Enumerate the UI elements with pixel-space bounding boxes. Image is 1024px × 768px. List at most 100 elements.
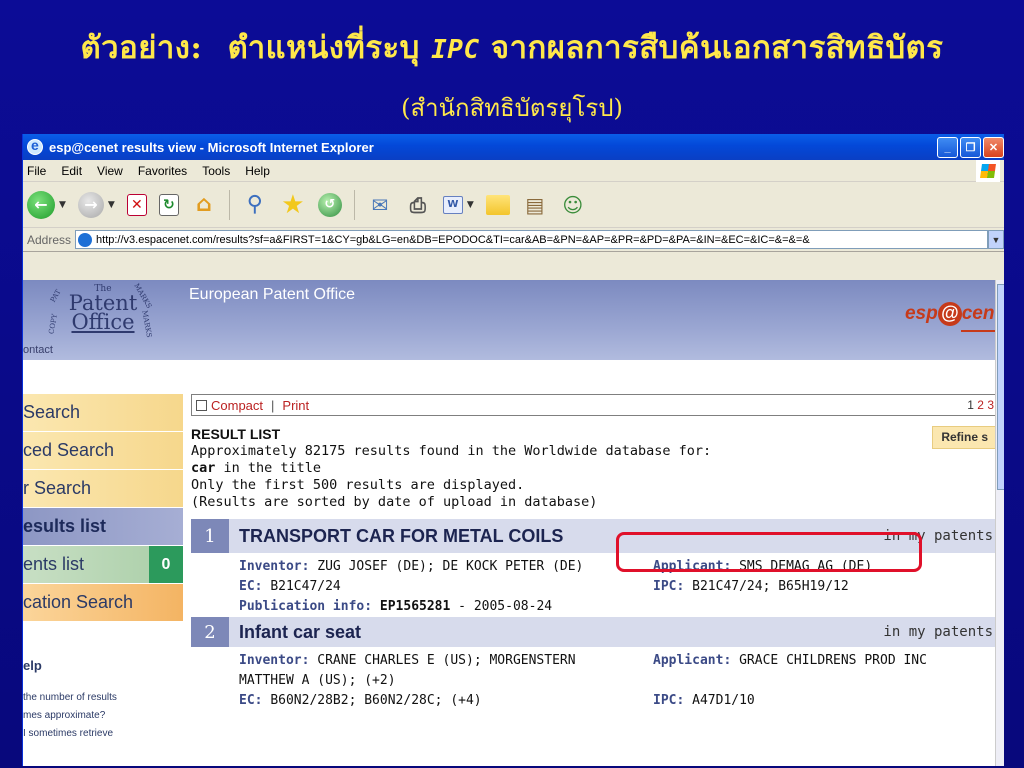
search-icon[interactable]: ⚲ <box>242 192 268 218</box>
ipc-value: A47D1/10 <box>692 693 755 708</box>
forward-dropdown-icon[interactable]: ▼ <box>108 200 115 210</box>
folder-icon[interactable] <box>485 194 510 215</box>
search-term: car <box>191 460 216 476</box>
nav-item-results-list[interactable]: esults list <box>23 508 183 546</box>
window-title: esp@cenet results view - Microsoft Inter… <box>49 139 374 155</box>
slide-subtitle: (สำนักสิทธิบัตรยุโรป) <box>401 94 623 122</box>
help-box: elp the number of results mes approximat… <box>23 658 183 743</box>
menu-help[interactable]: Help <box>245 164 270 178</box>
nav-item-label: ents list <box>23 554 85 574</box>
publication-number-link[interactable]: EP1565281 <box>380 599 450 614</box>
ec-value: B21C47/24 <box>270 579 341 594</box>
page-icon <box>78 232 93 247</box>
menu-tools[interactable]: Tools <box>202 164 230 178</box>
page-3-link[interactable]: 3 <box>987 398 994 412</box>
compact-label[interactable]: Compact <box>211 398 263 413</box>
compact-checkbox[interactable] <box>196 399 207 411</box>
windows-logo-icon <box>976 160 1000 182</box>
refresh-icon[interactable]: ↻ <box>158 193 179 216</box>
patent-office-logo[interactable]: PAT MARKS COPY MARKS The Patent Office <box>43 282 163 354</box>
nav-item-classification-search[interactable]: cation Search <box>23 584 183 622</box>
menu-file[interactable]: File <box>27 164 46 178</box>
help-link[interactable]: mes approximate? <box>23 707 183 725</box>
in-my-patents-link[interactable]: in my patents <box>883 617 997 647</box>
menu-view[interactable]: View <box>97 164 123 178</box>
favorites-star-icon[interactable]: ★ <box>280 190 306 220</box>
summary-count-line: Approximately 82175 results found in the… <box>191 443 712 459</box>
ipc-label: IPC: <box>653 579 685 594</box>
nav-item-label: cation Search <box>23 592 134 612</box>
nav-item-label: r Search <box>23 478 92 498</box>
logo-at-icon: @ <box>937 302 962 326</box>
nav-item-advanced-search[interactable]: ced Search <box>23 432 183 470</box>
logo-text-pre: esp <box>904 303 938 324</box>
history-icon[interactable]: ↺ <box>317 192 342 217</box>
toolbar-divider <box>353 189 355 220</box>
result-summary: RESULT LIST Approximately 82175 results … <box>191 426 997 511</box>
url-dropdown-icon[interactable]: ▼ <box>988 230 1004 249</box>
edit-word-icon[interactable]: W <box>442 195 463 214</box>
ec-label: EC: <box>239 579 263 594</box>
messenger-icon[interactable]: ☺ <box>560 192 586 218</box>
refine-search-button[interactable]: Refine s <box>932 426 997 449</box>
home-icon[interactable]: ⌂ <box>191 192 217 218</box>
applicant-label: Applicant: <box>653 653 732 668</box>
page-2-link[interactable]: 2 <box>977 398 984 412</box>
inventor-label: Inventor: <box>239 559 310 574</box>
ipc-value: B21C47/24; B65H19/12 <box>692 579 849 594</box>
restore-button[interactable]: ❐ <box>960 137 981 158</box>
inventor-value: ZUG JOSEF (DE); DE KOCK PETER (DE) <box>317 559 584 574</box>
help-link[interactable]: I sometimes retrieve <box>23 725 183 743</box>
nav-item-label: esults list <box>23 516 107 536</box>
result-number: 1 <box>191 519 229 553</box>
print-link[interactable]: Print <box>282 398 309 413</box>
research-book-icon[interactable]: ▤ <box>522 192 548 218</box>
edit-dropdown-icon[interactable]: ▼ <box>467 200 474 210</box>
stop-icon[interactable]: ✕ <box>126 193 147 216</box>
espacenet-logo[interactable]: esp @ cene <box>904 302 1004 332</box>
browser-window: esp@cenet results view - Microsoft Inter… <box>22 134 1004 766</box>
ipc-label: IPC: <box>653 693 685 708</box>
window-titlebar[interactable]: esp@cenet results view - Microsoft Inter… <box>23 134 1004 160</box>
print-icon[interactable]: ⎙ <box>405 192 431 218</box>
back-arrow-icon[interactable]: ← <box>27 190 55 219</box>
options-separator: | <box>271 397 275 413</box>
menu-favorites[interactable]: Favorites <box>138 164 187 178</box>
ec-value: B60N2/28B2; B60N2/28C; (+4) <box>270 693 482 708</box>
org-name: European Patent Office <box>189 286 356 303</box>
slide-title: ตัวอย่าง: ตำแหน่งที่ระบุ IPC จากผลการสืบ… <box>0 22 1024 72</box>
inventor-value-continued: MATTHEW A (US); (+2) <box>239 673 396 688</box>
result-list-heading: RESULT LIST <box>191 426 281 442</box>
url-text: http://v3.espacenet.com/results?sf=a&FIR… <box>96 233 810 246</box>
result-item: 2 Infant car seat in my patents Inventor… <box>191 617 997 711</box>
contact-link[interactable]: ontact <box>23 344 53 356</box>
results-options-bar: Compact | Print 1 2 3 <box>191 394 997 416</box>
slide-title-prefix: ตัวอย่าง: <box>80 30 203 66</box>
ipc-highlight-annotation <box>616 532 922 572</box>
forward-arrow-icon[interactable]: → <box>77 191 104 218</box>
site-header: PAT MARKS COPY MARKS The Patent Office o… <box>23 280 1004 360</box>
nav-item-number-search[interactable]: r Search <box>23 470 183 508</box>
help-title: elp <box>23 658 42 673</box>
inventor-value: CRANE CHARLES E (US); MORGENSTERN <box>317 653 576 668</box>
internet-explorer-icon <box>27 137 43 155</box>
mail-icon[interactable]: ✉ <box>367 192 393 218</box>
help-link[interactable]: the number of results <box>23 689 183 707</box>
menu-edit[interactable]: Edit <box>61 164 82 178</box>
url-input[interactable]: http://v3.espacenet.com/results?sf=a&FIR… <box>75 230 988 249</box>
left-navigation: Search ced Search r Search esults list e… <box>23 394 183 622</box>
summary-term-line: car in the title <box>191 460 997 477</box>
vertical-scrollbar[interactable] <box>995 280 1004 766</box>
nav-item-search[interactable]: Search <box>23 394 183 432</box>
summary-sort-line: (Results are sorted by date of upload in… <box>191 494 598 510</box>
browser-toolbar: ← ▼ → ▼ ✕ ↻ ⌂ ⚲ ★ ↺ ✉ ⎙ W ▼ ▤ ☺ <box>23 182 1004 228</box>
slide-title-suffix: จากผลการสืบค้นเอกสารสิทธิบัตร <box>490 30 944 66</box>
nav-item-my-patents-list[interactable]: ents list 0 <box>23 546 183 584</box>
ec-label: EC: <box>239 693 263 708</box>
back-dropdown-icon[interactable]: ▼ <box>59 200 66 210</box>
minimize-button[interactable]: _ <box>937 137 958 158</box>
scrollbar-thumb[interactable] <box>997 284 1004 490</box>
close-button[interactable]: ✕ <box>983 137 1004 158</box>
inventor-label: Inventor: <box>239 653 310 668</box>
result-title-link[interactable]: Infant car seat <box>229 617 883 647</box>
